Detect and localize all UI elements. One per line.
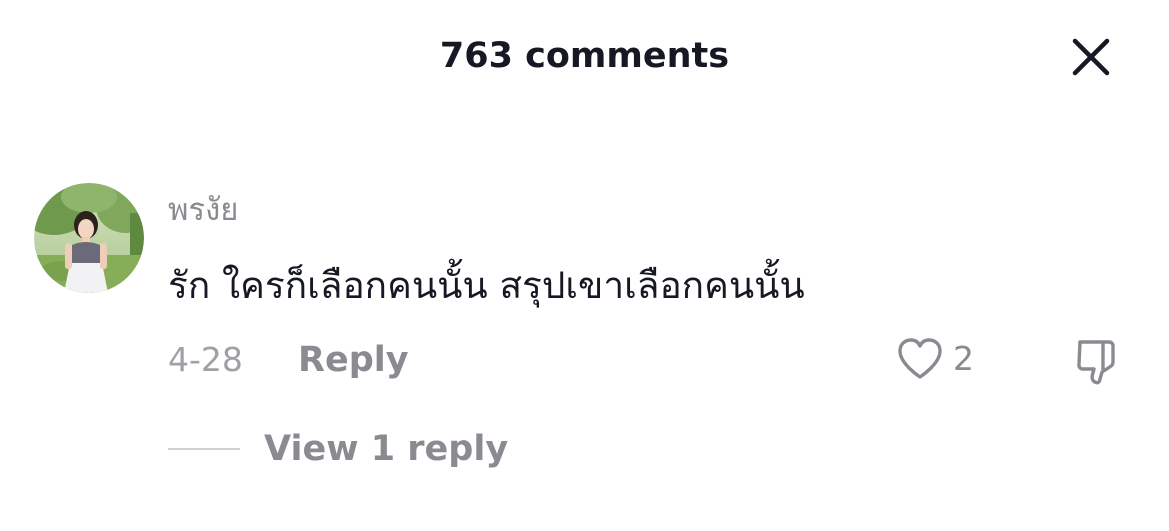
replies-divider: [168, 448, 240, 450]
comments-count-title: 763 comments: [439, 36, 730, 76]
dislike-button[interactable]: [1073, 336, 1123, 386]
comment-text: รัก ใครก็เลือกคนนั้น สรุปเขาเลือกคนนั้น: [168, 264, 805, 307]
comment-date: 4-28: [168, 340, 243, 379]
view-replies-button[interactable]: View 1 reply: [264, 426, 508, 472]
avatar[interactable]: [34, 183, 144, 293]
heart-outline-icon: [898, 338, 942, 379]
thumbs-down-outline-icon: [1077, 340, 1115, 385]
like-count: 2: [953, 339, 974, 378]
close-icon: [1072, 38, 1110, 76]
like-button[interactable]: 2: [895, 334, 974, 384]
reply-button[interactable]: Reply: [298, 337, 409, 383]
close-button[interactable]: [1068, 34, 1114, 80]
comment-username[interactable]: พรงัย: [168, 188, 238, 232]
